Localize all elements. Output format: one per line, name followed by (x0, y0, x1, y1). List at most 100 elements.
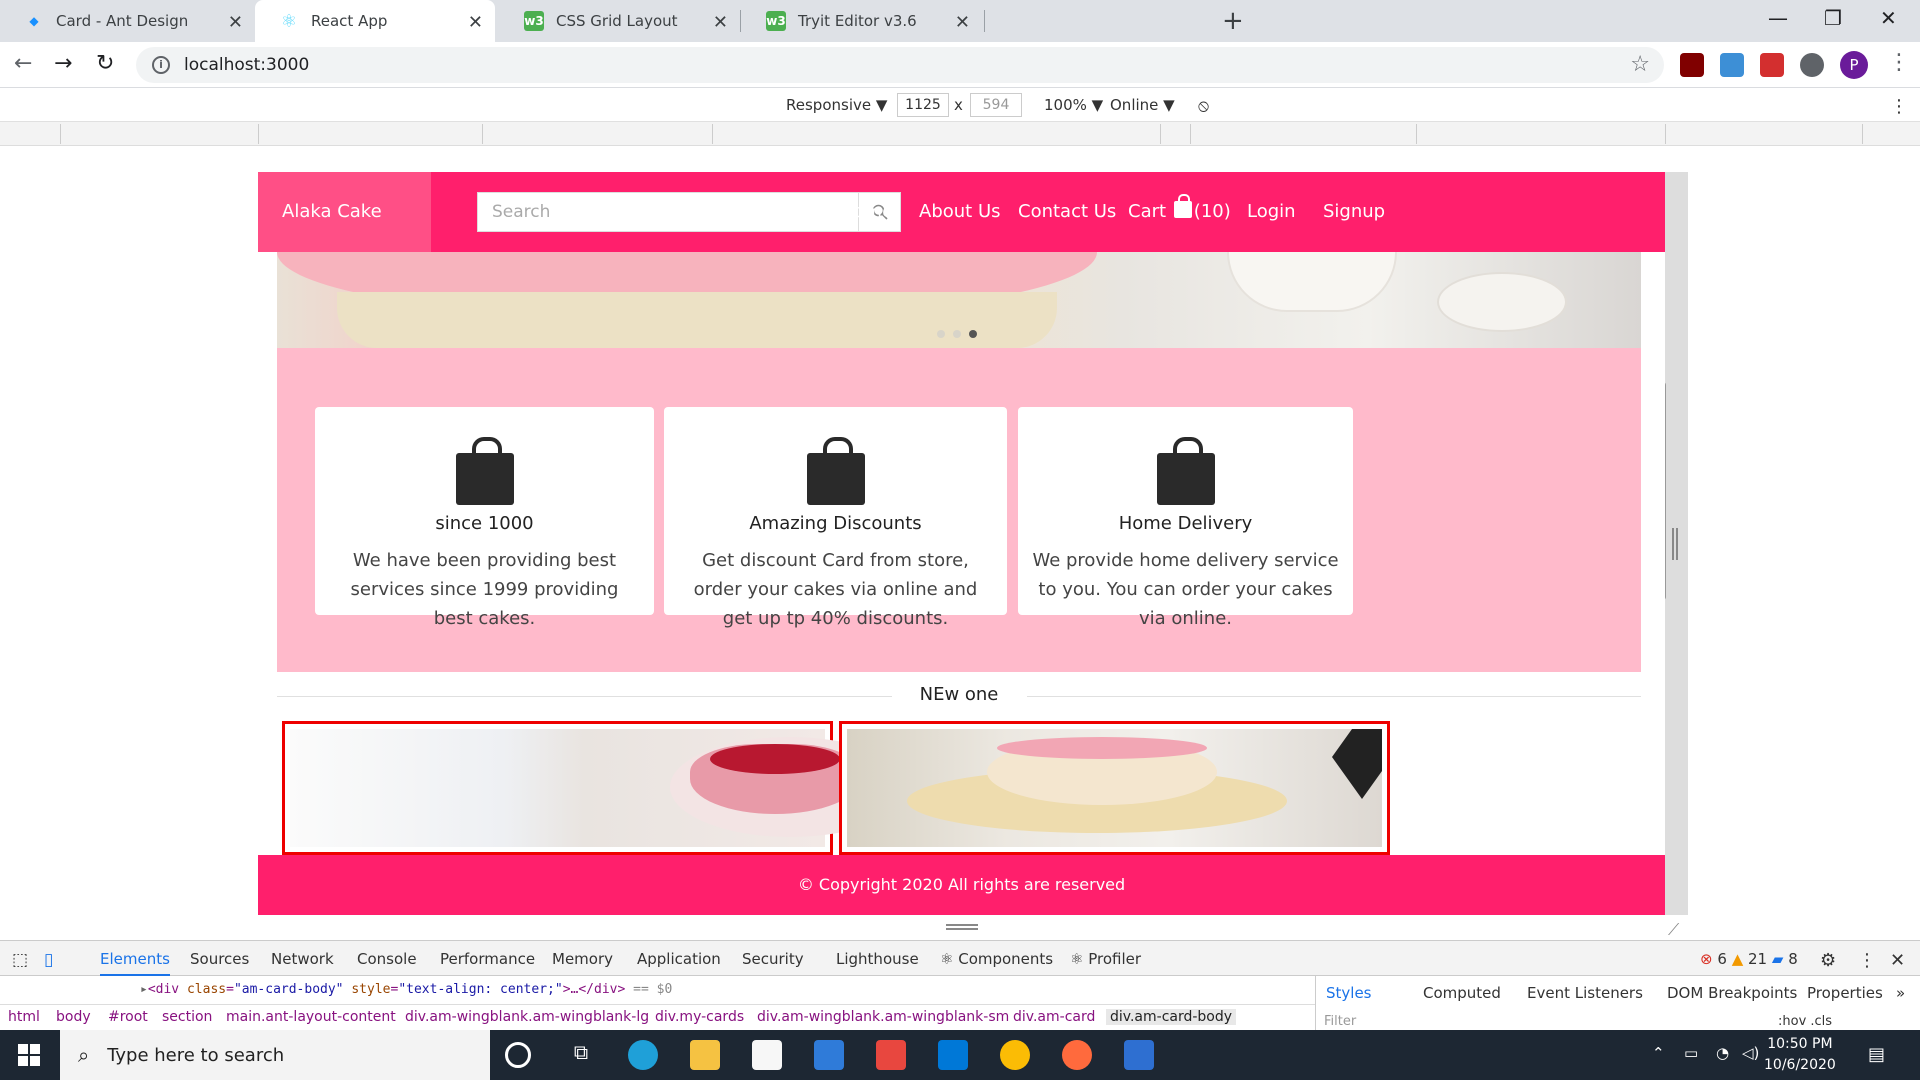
carousel-dot[interactable] (953, 330, 961, 338)
tab-computed[interactable]: Computed (1423, 984, 1501, 1002)
breadcrumb-item[interactable]: div.am-wingblank.am-wingblank-sm (757, 1009, 1009, 1025)
ublock-extension-icon[interactable] (1680, 53, 1704, 77)
nav-home[interactable]: Home (840, 172, 893, 252)
taskbar-search[interactable]: ⌕ Type here to search (60, 1030, 490, 1080)
cake-image-card[interactable] (282, 721, 910, 855)
file-explorer-icon[interactable] (690, 1040, 720, 1070)
postman-icon[interactable] (1062, 1040, 1092, 1070)
tab-lighthouse[interactable]: Lighthouse (836, 950, 919, 968)
close-icon[interactable]: ✕ (468, 12, 483, 33)
more-tabs-chevron-icon[interactable]: » (1896, 984, 1905, 1002)
nav-cart[interactable]: Cart (10) (1128, 172, 1231, 252)
restore-icon[interactable]: ❐ (1824, 6, 1842, 30)
tab-elements[interactable]: Elements (100, 950, 170, 976)
reload-icon[interactable]: ↻ (96, 51, 114, 76)
notifications-icon[interactable]: ▤ (1868, 1044, 1885, 1065)
windows-start-icon[interactable] (18, 1044, 40, 1066)
breadcrumb-item-selected[interactable]: div.am-card-body (1106, 1009, 1237, 1025)
tab-console[interactable]: Console (357, 950, 417, 968)
media-query-ruler[interactable] (0, 122, 1920, 146)
tab-dom-breakpoints[interactable]: DOM Breakpoints (1667, 984, 1797, 1002)
cortana-icon[interactable] (505, 1042, 531, 1068)
extension-icon[interactable] (1720, 53, 1744, 77)
expand-triangle-icon[interactable]: ▸ (140, 982, 148, 997)
tab-event-listeners[interactable]: Event Listeners (1527, 984, 1643, 1002)
bottom-resize-handle[interactable] (946, 924, 978, 930)
close-icon[interactable]: ✕ (713, 12, 728, 33)
tab-react-components[interactable]: ⚛ Components (940, 950, 1053, 968)
breadcrumb-item[interactable]: div.my-cards (655, 1009, 744, 1025)
puzzle-extensions-icon[interactable] (1800, 53, 1824, 77)
breadcrumb-item[interactable]: div.am-wingblank.am-wingblank-lg (405, 1009, 649, 1025)
more-menu-icon[interactable]: ⋮ (1888, 50, 1910, 75)
device-toggle-icon[interactable]: ▯ (44, 950, 53, 970)
settings-gear-icon[interactable]: ⚙ (1820, 950, 1836, 971)
styles-filter-input[interactable]: Filter (1324, 1014, 1356, 1029)
nav-about-us[interactable]: About Us (919, 172, 1001, 252)
back-arrow-icon[interactable]: ← (14, 51, 32, 76)
device-more-icon[interactable]: ⋮ (1890, 96, 1908, 117)
nav-signup[interactable]: Signup (1323, 172, 1385, 252)
chrome-icon[interactable] (1000, 1040, 1030, 1070)
tab-properties[interactable]: Properties (1807, 984, 1883, 1002)
tab-css-grid-layout[interactable]: w3 CSS Grid Layout ✕ (500, 0, 740, 42)
zoom-dropdown[interactable]: 100% ▼ (1044, 96, 1103, 114)
tab-network[interactable]: Network (271, 950, 334, 968)
tray-chevron-icon[interactable]: ⌃ (1652, 1044, 1665, 1062)
responsive-dropdown[interactable]: Responsive ▼ (786, 96, 887, 114)
wifi-icon[interactable]: ◔ (1716, 1044, 1729, 1062)
tab-styles[interactable]: Styles (1326, 984, 1372, 1002)
url-text[interactable]: localhost:3000 (184, 55, 309, 75)
nav-contact-us[interactable]: Contact Us (1018, 172, 1116, 252)
mail-icon[interactable] (814, 1040, 844, 1070)
inspect-element-icon[interactable]: ⬚ (12, 950, 28, 970)
breadcrumb-item[interactable]: body (56, 1009, 91, 1025)
viewport-width-input[interactable]: 1125 (897, 93, 949, 117)
viewport-height-input[interactable]: 594 (970, 93, 1022, 117)
window-close-icon[interactable]: ✕ (1880, 6, 1897, 30)
brand-logo[interactable]: Alaka Cake (258, 172, 431, 252)
store-icon[interactable] (752, 1040, 782, 1070)
edge-icon[interactable] (628, 1040, 658, 1070)
corner-resize-handle[interactable]: ⟋ (1668, 920, 1679, 940)
devtools-close-icon[interactable]: ✕ (1890, 950, 1905, 971)
tab-react-profiler[interactable]: ⚛ Profiler (1070, 950, 1141, 968)
taskbar-clock[interactable]: 10:50 PM 10/6/2020 (1764, 1034, 1836, 1076)
vscode-icon[interactable] (938, 1040, 968, 1070)
close-icon[interactable]: ✕ (955, 12, 970, 33)
tab-security[interactable]: Security (742, 950, 804, 968)
volume-icon[interactable]: ◁) (1742, 1044, 1759, 1062)
minimize-icon[interactable]: — (1768, 6, 1788, 30)
hov-cls-toggles[interactable]: :hov .cls (1778, 1014, 1832, 1029)
breadcrumb-item[interactable]: #root (108, 1009, 148, 1025)
issues-counter[interactable]: ⊗ 6 ▲ 21 ▰ 8 (1700, 950, 1798, 968)
omnibox[interactable]: i localhost:3000 ☆ (136, 47, 1664, 83)
info-icon[interactable]: i (152, 56, 170, 74)
git-icon[interactable] (876, 1040, 906, 1070)
profile-avatar[interactable]: P (1840, 51, 1868, 79)
search-input[interactable]: Search (478, 193, 858, 231)
extension-icon[interactable] (1760, 53, 1784, 77)
breadcrumb-item[interactable]: main.ant-layout-content (226, 1009, 396, 1025)
rotate-icon[interactable]: ⦸ (1198, 96, 1209, 116)
tab-application[interactable]: Application (637, 950, 721, 968)
breadcrumb-item[interactable]: html (8, 1009, 40, 1025)
task-view-icon[interactable]: ⧉ (566, 1040, 596, 1070)
tab-tryit-editor[interactable]: w3 Tryit Editor v3.6 ✕ (742, 0, 982, 42)
breadcrumb-item[interactable]: section (162, 1009, 212, 1025)
tab-react-app[interactable]: ⚛ React App ✕ (255, 0, 495, 42)
cake-image-card[interactable] (839, 721, 1390, 855)
devtools-more-icon[interactable]: ⋮ (1858, 950, 1876, 971)
right-resize-handle[interactable] (1672, 528, 1678, 560)
network-dropdown[interactable]: Online ▼ (1110, 96, 1175, 114)
tab-performance[interactable]: Performance (440, 950, 535, 968)
nav-login[interactable]: Login (1247, 172, 1296, 252)
taskbar-search-text[interactable]: Type here to search (107, 1045, 284, 1066)
forward-arrow-icon[interactable]: → (54, 51, 72, 76)
cake-carousel[interactable] (277, 252, 1641, 348)
carousel-dot-active[interactable] (969, 330, 977, 338)
tab-memory[interactable]: Memory (552, 950, 613, 968)
dom-tree-selected-line[interactable]: ▸<div class="am-card-body" style="text-a… (0, 976, 1315, 1004)
breadcrumb-item[interactable]: div.am-card (1013, 1009, 1095, 1025)
new-tab-plus-icon[interactable]: + (1222, 6, 1244, 36)
